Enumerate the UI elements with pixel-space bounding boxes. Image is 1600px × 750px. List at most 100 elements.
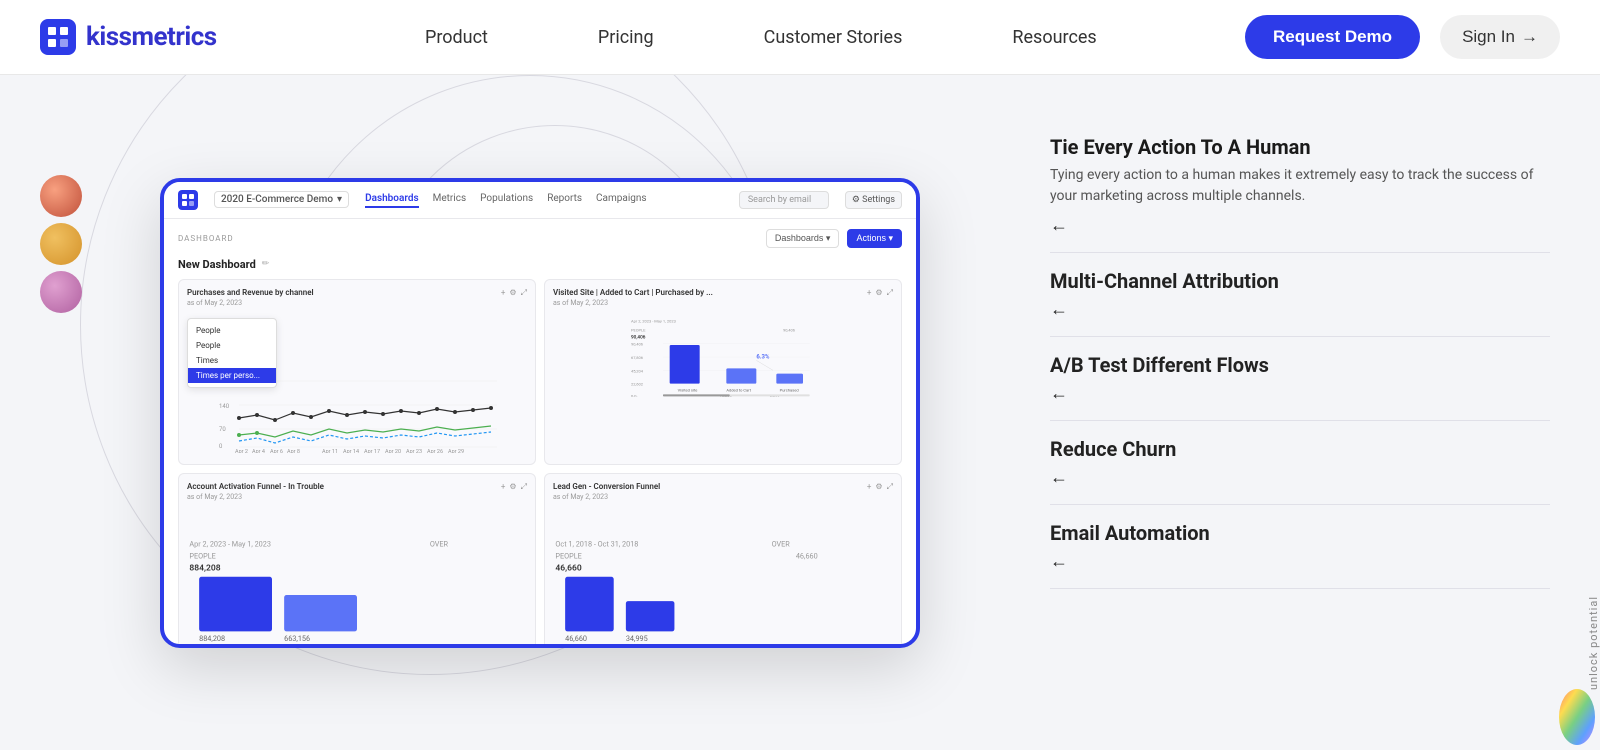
svg-text:n.n.: n.n.: [631, 393, 638, 397]
svg-text:Apr 2, 2023 - May 1, 2023: Apr 2, 2023 - May 1, 2023: [631, 318, 676, 323]
chart-4-title: Lead Gen - Conversion Funnel: [553, 482, 893, 491]
chart-panel-2: Visited Site | Added to Cart | Purchased…: [544, 279, 902, 465]
dropdown-times[interactable]: Times: [188, 353, 276, 368]
feature-desc-1: Tying every action to a human makes it e…: [1050, 165, 1550, 207]
svg-text:884,208: 884,208: [189, 563, 220, 573]
chart-1-expand-icon[interactable]: ⤢: [521, 288, 527, 298]
workspace-name: 2020 E-Commerce Demo: [221, 194, 333, 205]
bar-chart-svg-4: Oct 1, 2018 - Oct 31, 2018 PEOPLE 46,660…: [553, 511, 893, 648]
sphere-red: [40, 175, 82, 217]
feature-item-multi-channel[interactable]: Multi-Channel Attribution ←: [1050, 253, 1550, 337]
decorative-spheres: [40, 175, 82, 313]
chart-4-settings-icon[interactable]: ⚙: [875, 482, 882, 492]
svg-text:PEOPLE: PEOPLE: [631, 327, 646, 332]
feature-title-2: Multi-Channel Attribution: [1050, 269, 1550, 293]
feature-item-ab-test[interactable]: A/B Test Different Flows ←: [1050, 337, 1550, 421]
chart-2-expand-icon[interactable]: ⤢: [887, 288, 893, 298]
svg-text:OVER: OVER: [772, 539, 791, 548]
svg-text:140: 140: [219, 403, 230, 410]
rainbow-gem: [1555, 685, 1600, 750]
svg-text:Apr 11: Apr 11: [322, 449, 338, 453]
logo[interactable]: kissmetrics: [40, 19, 217, 55]
dashboard-actions: Dashboards ▾ Actions ▾: [766, 229, 902, 248]
chart-3-date: as of May 2, 2023: [187, 493, 527, 501]
chart-1-dropdown: People People Times Times per perso...: [187, 318, 277, 388]
svg-text:45,204: 45,204: [631, 368, 644, 373]
charts-grid: Purchases and Revenue by channel as of M…: [178, 279, 902, 648]
svg-text:PEOPLE: PEOPLE: [555, 551, 581, 560]
feature-arrow-1: ←: [1050, 215, 1550, 236]
chart-1-title: Purchases and Revenue by channel: [187, 288, 527, 297]
feature-item-tie-every-action[interactable]: Tie Every Action To A Human Tying every …: [1050, 115, 1550, 253]
chart-2-date: as of May 2, 2023: [553, 299, 893, 307]
svg-text:Purchased: Purchased: [780, 387, 799, 392]
dashboard-header: 2020 E-Commerce Demo ▾ Dashboards Metric…: [164, 182, 916, 219]
chart-4-add-icon[interactable]: +: [867, 482, 872, 492]
svg-text:Apr 14: Apr 14: [343, 449, 359, 453]
feature-title-3: A/B Test Different Flows: [1050, 353, 1550, 377]
dashboard-search[interactable]: Search by email: [739, 191, 829, 209]
dropdown-people[interactable]: People: [188, 323, 276, 338]
svg-text:PEOPLE: PEOPLE: [189, 551, 215, 560]
svg-text:Apr 23: Apr 23: [406, 449, 422, 453]
tab-populations[interactable]: Populations: [480, 191, 533, 208]
tab-metrics[interactable]: Metrics: [433, 191, 467, 208]
dashboards-dropdown-btn[interactable]: Dashboards ▾: [766, 229, 840, 248]
svg-text:46,660: 46,660: [555, 563, 581, 573]
dropdown-people-2[interactable]: People: [188, 338, 276, 353]
svg-text:Apr 8: Apr 8: [287, 449, 300, 453]
chart-3-add-icon[interactable]: +: [501, 482, 506, 492]
svg-text:Apr 29: Apr 29: [448, 449, 464, 453]
bar-chart-svg-3: Apr 2, 2023 - May 1, 2023 PEOPLE 884,208…: [187, 511, 527, 648]
nav-customer-stories[interactable]: Customer Stories: [709, 27, 958, 48]
svg-text:34,995: 34,995: [626, 634, 648, 643]
svg-text:22,602: 22,602: [631, 381, 644, 386]
chart-4-date: as of May 2, 2023: [553, 493, 893, 501]
feature-title-1: Tie Every Action To A Human: [1050, 135, 1550, 159]
feature-arrow-3: ←: [1050, 383, 1550, 404]
svg-text:Apr 2: Apr 2: [235, 449, 248, 453]
actions-dropdown-btn[interactable]: Actions ▾: [847, 229, 902, 248]
sign-in-button[interactable]: Sign In →: [1440, 15, 1560, 59]
svg-text:Apr 20: Apr 20: [385, 449, 401, 453]
settings-button[interactable]: ⚙ Settings: [845, 191, 902, 209]
svg-text:OVER: OVER: [430, 539, 449, 548]
tab-campaigns[interactable]: Campaigns: [596, 191, 647, 208]
workspace-chevron: ▾: [337, 194, 342, 205]
feature-arrow-5: ←: [1050, 551, 1550, 572]
svg-text:Apr 26: Apr 26: [427, 449, 443, 453]
chart-panel-1: Purchases and Revenue by channel as of M…: [178, 279, 536, 465]
nav-product[interactable]: Product: [370, 27, 543, 48]
feature-item-email-automation[interactable]: Email Automation ←: [1050, 505, 1550, 589]
edit-icon[interactable]: ✏: [262, 259, 270, 269]
nav-actions: Request Demo Sign In →: [1245, 15, 1560, 59]
svg-text:0: 0: [219, 443, 223, 450]
svg-text:Added to Cart: Added to Cart: [726, 387, 751, 392]
left-panel: 2020 E-Commerce Demo ▾ Dashboards Metric…: [0, 75, 1020, 750]
dashboard-title-row: DASHBOARD Dashboards ▾ Actions ▾: [178, 229, 902, 248]
chart-2-title: Visited Site | Added to Cart | Purchased…: [553, 288, 893, 297]
chart-2-add-icon[interactable]: +: [867, 288, 872, 298]
dashboard-tabs: Dashboards Metrics Populations Reports C…: [365, 191, 723, 208]
tab-reports[interactable]: Reports: [547, 191, 582, 208]
request-demo-button[interactable]: Request Demo: [1245, 15, 1420, 59]
chart-3-title: Account Activation Funnel - In Trouble: [187, 482, 527, 491]
tab-dashboards[interactable]: Dashboards: [365, 191, 419, 208]
navbar: kissmetrics Product Pricing Customer Sto…: [0, 0, 1600, 75]
chart-3-settings-icon[interactable]: ⚙: [509, 482, 516, 492]
workspace-selector[interactable]: 2020 E-Commerce Demo ▾: [214, 191, 349, 208]
dropdown-times-per-person[interactable]: Times per perso...: [188, 368, 276, 383]
chart-3-expand-icon[interactable]: ⤢: [521, 482, 527, 492]
chart-2-settings-icon[interactable]: ⚙: [875, 288, 882, 298]
chart-1-settings-icon[interactable]: ⚙: [509, 288, 516, 298]
nav-resources[interactable]: Resources: [957, 27, 1151, 48]
nav-pricing[interactable]: Pricing: [543, 27, 709, 48]
logo-text: kissmetrics: [86, 22, 217, 52]
feature-arrow-2: ←: [1050, 299, 1550, 320]
svg-text:Apr 17: Apr 17: [364, 449, 380, 453]
feature-item-reduce-churn[interactable]: Reduce Churn ←: [1050, 421, 1550, 505]
signin-arrow-icon: →: [1521, 27, 1538, 47]
chart-4-expand-icon[interactable]: ⤢: [887, 482, 893, 492]
chart-1-add-icon[interactable]: +: [501, 288, 506, 298]
svg-text:Apr 2, 2023 - May 1, 2023: Apr 2, 2023 - May 1, 2023: [189, 539, 270, 548]
